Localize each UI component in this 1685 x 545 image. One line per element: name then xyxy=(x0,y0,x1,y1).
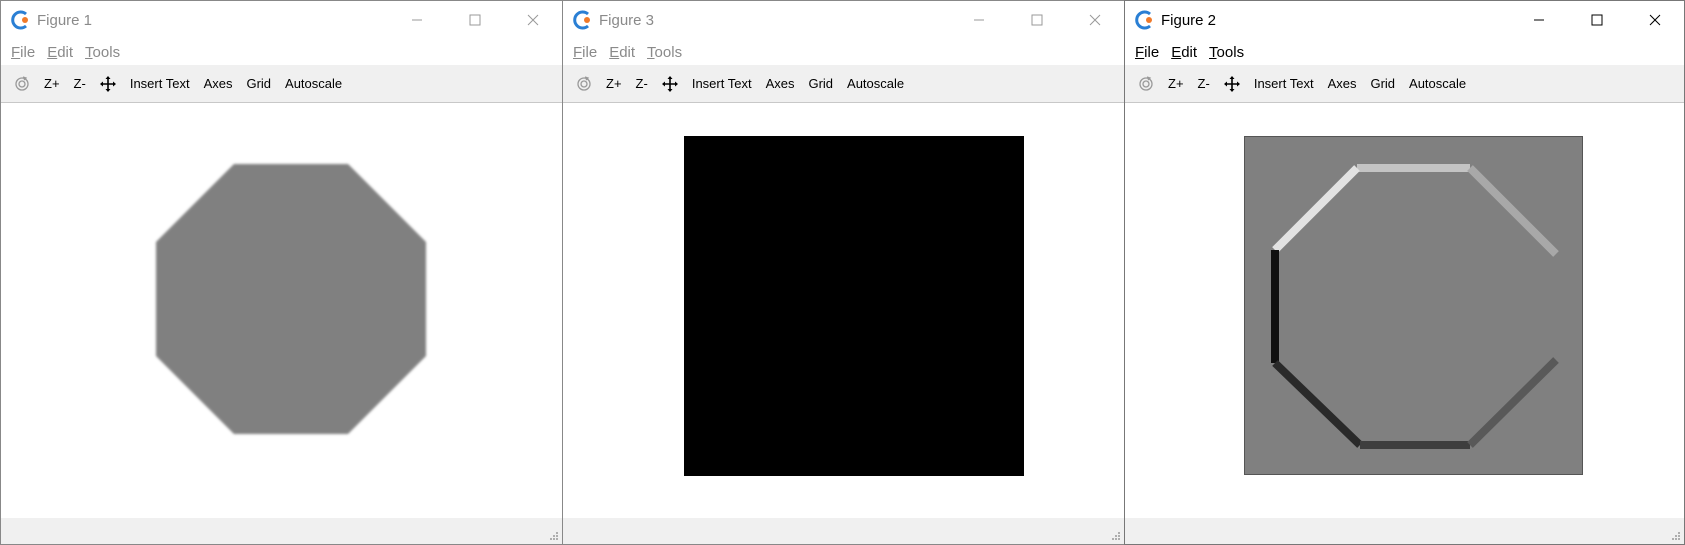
menu-tools[interactable]: Tools xyxy=(1209,44,1244,61)
zoom-out-button[interactable]: Z- xyxy=(629,71,655,97)
resize-grip-icon[interactable] xyxy=(1671,531,1681,541)
zoom-in-button[interactable]: Z+ xyxy=(1161,71,1191,97)
menu-bar: File Edit Tools xyxy=(1125,39,1684,65)
menu-edit[interactable]: Edit xyxy=(1171,44,1197,61)
close-button[interactable] xyxy=(504,1,562,39)
menu-tools[interactable]: Tools xyxy=(85,44,120,61)
octagon-image xyxy=(156,164,426,434)
grid-button[interactable]: Grid xyxy=(801,71,840,97)
figure-toolbar: Z+ Z- Insert Text Axes Grid Autoscale xyxy=(1125,65,1684,103)
rotate-icon xyxy=(15,75,29,91)
octave-logo-icon xyxy=(1135,10,1152,30)
menu-bar: File Edit Tools xyxy=(563,39,1124,65)
zoom-in-button[interactable]: Z+ xyxy=(599,71,629,97)
zoom-out-button[interactable]: Z- xyxy=(1191,71,1217,97)
minimize-icon xyxy=(1534,19,1544,21)
maximize-icon xyxy=(1591,14,1603,26)
autoscale-button[interactable]: Autoscale xyxy=(278,71,349,97)
close-icon xyxy=(1649,14,1661,26)
grid-button[interactable]: Grid xyxy=(239,71,278,97)
resize-grip-icon[interactable] xyxy=(549,531,559,541)
axes-button[interactable]: Axes xyxy=(759,71,802,97)
title-bar[interactable]: Figure 3 xyxy=(563,1,1124,39)
minimize-button[interactable] xyxy=(1510,1,1568,39)
insert-text-button[interactable]: Insert Text xyxy=(123,71,197,97)
zoom-out-button[interactable]: Z- xyxy=(67,71,93,97)
pan-button[interactable] xyxy=(93,71,123,97)
rotate-button[interactable] xyxy=(1131,71,1161,97)
menu-file[interactable]: File xyxy=(1135,44,1159,61)
figure-1-window: Figure 1 File Edit Tools Z+ Z- Insert Te… xyxy=(0,0,563,545)
close-button[interactable] xyxy=(1626,1,1684,39)
menu-edit[interactable]: Edit xyxy=(609,44,635,61)
status-bar xyxy=(1,518,562,544)
zoom-in-button[interactable]: Z+ xyxy=(37,71,67,97)
menu-edit[interactable]: Edit xyxy=(47,44,73,61)
maximize-icon xyxy=(469,14,481,26)
insert-text-button[interactable]: Insert Text xyxy=(1247,71,1321,97)
rotate-icon xyxy=(1139,75,1153,91)
maximize-button[interactable] xyxy=(1008,1,1066,39)
close-icon xyxy=(1089,14,1101,26)
minimize-icon xyxy=(412,19,422,21)
figure-2-window: Figure 2 File Edit Tools Z+ Z- Insert Te… xyxy=(1124,0,1685,545)
close-icon xyxy=(527,14,539,26)
plot-canvas[interactable] xyxy=(1125,103,1684,518)
figure-toolbar: Z+ Z- Insert Text Axes Grid Autoscale xyxy=(563,65,1124,103)
octave-logo-icon xyxy=(573,10,590,30)
autoscale-button[interactable]: Autoscale xyxy=(840,71,911,97)
rotate-icon xyxy=(577,75,591,91)
maximize-button[interactable] xyxy=(1568,1,1626,39)
figure-toolbar: Z+ Z- Insert Text Axes Grid Autoscale xyxy=(1,65,562,103)
status-bar xyxy=(1125,518,1684,544)
black-square-image xyxy=(684,136,1024,476)
rotate-button[interactable] xyxy=(569,71,599,97)
maximize-button[interactable] xyxy=(446,1,504,39)
menu-file[interactable]: File xyxy=(11,44,35,61)
plot-canvas[interactable] xyxy=(563,103,1124,518)
maximize-icon xyxy=(1031,14,1043,26)
close-button[interactable] xyxy=(1066,1,1124,39)
pan-move-icon xyxy=(99,75,116,92)
title-bar[interactable]: Figure 2 xyxy=(1125,1,1684,39)
status-bar xyxy=(563,518,1124,544)
insert-text-button[interactable]: Insert Text xyxy=(685,71,759,97)
octagon-edges-image xyxy=(1244,136,1583,475)
window-title: Figure 3 xyxy=(599,11,655,29)
grid-button[interactable]: Grid xyxy=(1363,71,1402,97)
pan-move-icon xyxy=(1223,75,1240,92)
figure-3-window: Figure 3 File Edit Tools Z+ Z- Insert Te… xyxy=(562,0,1125,545)
axes-button[interactable]: Axes xyxy=(197,71,240,97)
pan-button[interactable] xyxy=(655,71,685,97)
title-bar[interactable]: Figure 1 xyxy=(1,1,562,39)
minimize-button[interactable] xyxy=(950,1,1008,39)
octave-logo-icon xyxy=(11,10,28,30)
resize-grip-icon[interactable] xyxy=(1111,531,1121,541)
window-title: Figure 1 xyxy=(37,11,93,29)
window-title: Figure 2 xyxy=(1161,11,1217,29)
plot-canvas[interactable] xyxy=(1,103,562,518)
menu-bar: File Edit Tools xyxy=(1,39,562,65)
menu-file[interactable]: File xyxy=(573,44,597,61)
axes-button[interactable]: Axes xyxy=(1321,71,1364,97)
pan-move-icon xyxy=(661,75,678,92)
pan-button[interactable] xyxy=(1217,71,1247,97)
menu-tools[interactable]: Tools xyxy=(647,44,682,61)
minimize-button[interactable] xyxy=(388,1,446,39)
minimize-icon xyxy=(974,19,984,21)
rotate-button[interactable] xyxy=(7,71,37,97)
desktop: Figure 1 File Edit Tools Z+ Z- Insert Te… xyxy=(0,0,1685,545)
autoscale-button[interactable]: Autoscale xyxy=(1402,71,1473,97)
